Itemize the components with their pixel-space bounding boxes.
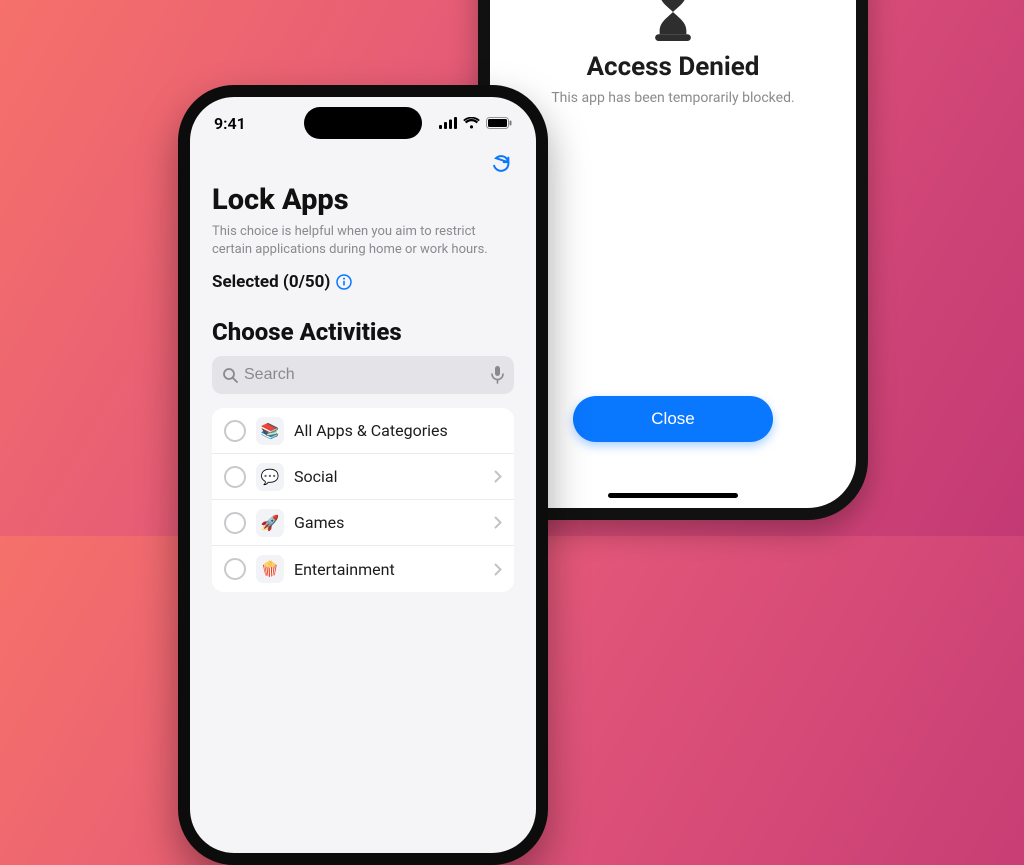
cellular-signal-icon [439, 117, 457, 129]
phone-lock-apps: 9:41 [178, 85, 548, 865]
page-subtitle: This choice is helpful when you aim to r… [212, 223, 514, 258]
battery-icon [486, 117, 512, 129]
category-social-icon: 💬 [256, 463, 284, 491]
list-item[interactable]: 🍿 Entertainment [212, 546, 514, 592]
dynamic-island [304, 107, 422, 139]
radio-unchecked-icon[interactable] [224, 466, 246, 488]
chevron-right-icon [494, 516, 502, 529]
list-item[interactable]: 💬 Social [212, 454, 514, 500]
category-all-icon: 📚 [256, 417, 284, 445]
list-item[interactable]: 🚀 Games [212, 500, 514, 546]
selected-count-label: Selected (0/50) [212, 272, 330, 292]
access-denied-title: Access Denied [587, 52, 760, 82]
radio-unchecked-icon[interactable] [224, 558, 246, 580]
status-time: 9:41 [214, 114, 246, 133]
radio-unchecked-icon[interactable] [224, 512, 246, 534]
chevron-right-icon [494, 563, 502, 576]
access-denied-subtitle: This app has been temporarily blocked. [551, 90, 794, 106]
info-icon[interactable] [336, 274, 352, 290]
list-item-label: Social [294, 467, 484, 486]
list-item-label: All Apps & Categories [294, 421, 502, 440]
mic-icon[interactable] [491, 366, 504, 384]
activities-list: 📚 All Apps & Categories 💬 Social 🚀 Games [212, 408, 514, 592]
radio-unchecked-icon[interactable] [224, 420, 246, 442]
status-bar: 9:41 [190, 97, 536, 149]
section-title: Choose Activities [212, 318, 514, 346]
list-item-label: Games [294, 513, 484, 532]
search-icon [222, 367, 238, 383]
close-button[interactable]: Close [573, 396, 773, 442]
list-item[interactable]: 📚 All Apps & Categories [212, 408, 514, 454]
hourglass-icon [643, 0, 703, 42]
category-games-icon: 🚀 [256, 509, 284, 537]
page-title: Lock Apps [212, 183, 514, 217]
chevron-right-icon [494, 470, 502, 483]
home-indicator [608, 493, 738, 498]
search-bar[interactable] [212, 356, 514, 394]
category-entertainment-icon: 🍿 [256, 555, 284, 583]
reload-button[interactable] [488, 151, 514, 177]
list-item-label: Entertainment [294, 560, 484, 579]
wifi-icon [463, 117, 480, 129]
search-input[interactable] [244, 366, 485, 384]
